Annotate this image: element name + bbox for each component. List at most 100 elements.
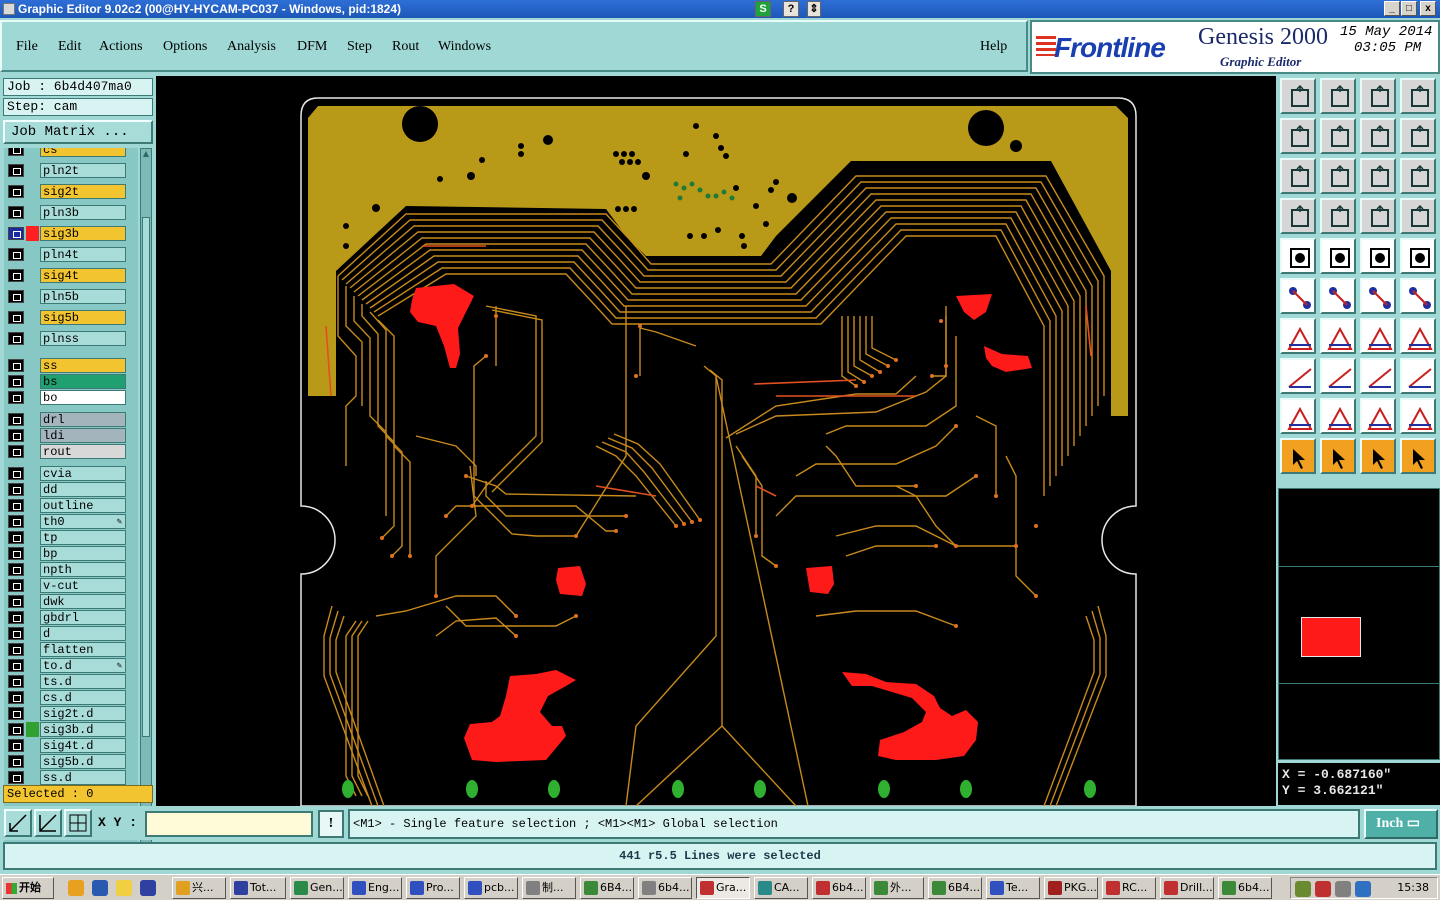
layer-checkbox[interactable] [8,413,24,426]
layer-checkbox[interactable] [8,563,24,576]
layer-checkbox[interactable] [8,429,24,442]
taskbar-button[interactable]: RC... [1102,877,1156,899]
minus-icon[interactable] [1320,358,1356,394]
layer-row[interactable]: pln4t [4,247,128,262]
layer-row[interactable]: gbdrl [4,610,128,625]
route-icon[interactable] [1400,278,1436,314]
layer-checkbox[interactable] [8,531,24,544]
layer-name[interactable]: ldi [40,428,126,443]
menu-actions[interactable]: Actions [99,39,143,55]
polygon-icon[interactable] [1280,358,1316,394]
layer-row[interactable]: sig4t [4,268,128,283]
layer-row[interactable]: bs [4,374,128,389]
layer-name[interactable]: npth [40,562,126,577]
layer-name[interactable]: v-cut [40,578,126,593]
layer-row[interactable]: cs [4,148,128,157]
maximize-button[interactable]: □ [1401,1,1417,16]
layer-name[interactable]: ss [40,358,126,373]
taskbar-button[interactable]: PKG... [1044,877,1098,899]
layer-row[interactable]: ldi [4,428,128,443]
taskbar-button[interactable]: 6b4... [812,877,866,899]
layer-row[interactable]: v-cut [4,578,128,593]
layer-row[interactable]: d [4,626,128,641]
layer-name[interactable]: tp [40,530,126,545]
layer-name[interactable]: to.d ✎ [40,658,126,673]
layer-name[interactable]: sig2t.d [40,706,126,721]
layer-name[interactable]: sig2t [40,184,126,199]
layer-checkbox[interactable] [8,739,24,752]
tray-icon[interactable] [1295,881,1311,897]
layer-checkbox[interactable] [8,755,24,768]
layer-checkbox[interactable] [8,311,24,324]
arc-icon[interactable] [1360,318,1396,354]
pan-right-icon[interactable] [1320,118,1356,154]
taskbar-button[interactable]: 6b4... [1218,877,1272,899]
layer-name[interactable]: plnss [40,331,126,346]
layer-row[interactable]: rout [4,444,128,459]
menu-options[interactable]: Options [163,39,207,55]
layer-row[interactable]: bo [4,390,128,405]
layer-row[interactable]: to.d ✎ [4,658,128,673]
taskbar-button[interactable]: 6B4... [580,877,634,899]
home-icon[interactable] [1360,78,1396,114]
taskbar-button[interactable]: Te... [986,877,1040,899]
layer-name[interactable]: sig3b.d [40,722,126,737]
layer-row[interactable]: pln3b [4,205,128,220]
net-icon[interactable] [1280,278,1316,314]
layer-row[interactable]: bp [4,546,128,561]
snap-on-icon[interactable] [1360,198,1396,234]
pan-left-icon[interactable] [1280,118,1316,154]
quicklaunch-icon[interactable] [92,880,108,896]
layer-checkbox[interactable] [8,595,24,608]
layer-name[interactable]: gbdrl [40,610,126,625]
layer-checkbox[interactable] [8,290,24,303]
start-button[interactable]: 开始 [2,877,54,899]
layer-row[interactable]: ss.d [4,770,128,785]
layer-checkbox[interactable] [8,375,24,388]
layer-row[interactable]: sig2t.d [4,706,128,721]
layer-name[interactable]: bp [40,546,126,561]
layer-checkbox[interactable] [8,659,24,672]
menu-file[interactable]: File [16,39,38,55]
layer-name[interactable]: dwk [40,594,126,609]
layer-checkbox[interactable] [8,164,24,177]
layer-scrollbar[interactable]: ▲ ▼ [140,148,152,854]
layer-name[interactable]: sig4t.d [40,738,126,753]
triangle-c-icon[interactable] [1360,398,1396,434]
taskbar-button[interactable]: Gen... [290,877,344,899]
layer-row[interactable]: tp [4,530,128,545]
layer-row[interactable]: flatten [4,642,128,657]
minimize-button[interactable]: _ [1384,1,1400,16]
layer-checkbox[interactable] [8,515,24,528]
layer-checkbox[interactable] [8,227,24,240]
layer-name[interactable]: pln5b [40,289,126,304]
layer-row[interactable]: sig5b [4,310,128,325]
layer-checkbox[interactable] [8,185,24,198]
page-down-icon[interactable] [1320,78,1356,114]
layer-row[interactable]: cs.d [4,690,128,705]
measure-icon[interactable] [1360,238,1396,274]
layer-checkbox[interactable] [8,707,24,720]
select-path-icon[interactable] [1400,438,1436,474]
mini-map[interactable] [1278,488,1440,760]
split-view-icon[interactable] [1400,78,1436,114]
layer-checkbox[interactable] [8,771,24,784]
select-icon[interactable] [1280,438,1316,474]
redraw-icon[interactable] [1360,118,1396,154]
select-net-icon[interactable] [1360,438,1396,474]
layer-name[interactable]: cs.d [40,690,126,705]
menu-dfm[interactable]: DFM [297,39,327,55]
taskbar-button[interactable]: 6B4... [928,877,982,899]
units-select[interactable]: Inch ▭ [1364,809,1438,839]
layer-row[interactable]: cvia [4,466,128,481]
layer-name[interactable]: pln2t [40,163,126,178]
line-angle-icon[interactable] [1280,318,1316,354]
layer-name[interactable]: pln3b [40,205,126,220]
layer-name[interactable]: cvia [40,466,126,481]
close-button[interactable]: x [1420,1,1436,16]
layer-checkbox[interactable] [8,445,24,458]
layer-row[interactable]: th0 ✎ [4,514,128,529]
layer-checkbox[interactable] [8,723,24,736]
layer-name[interactable]: th0 ✎ [40,514,126,529]
layer-checkbox[interactable] [8,248,24,261]
